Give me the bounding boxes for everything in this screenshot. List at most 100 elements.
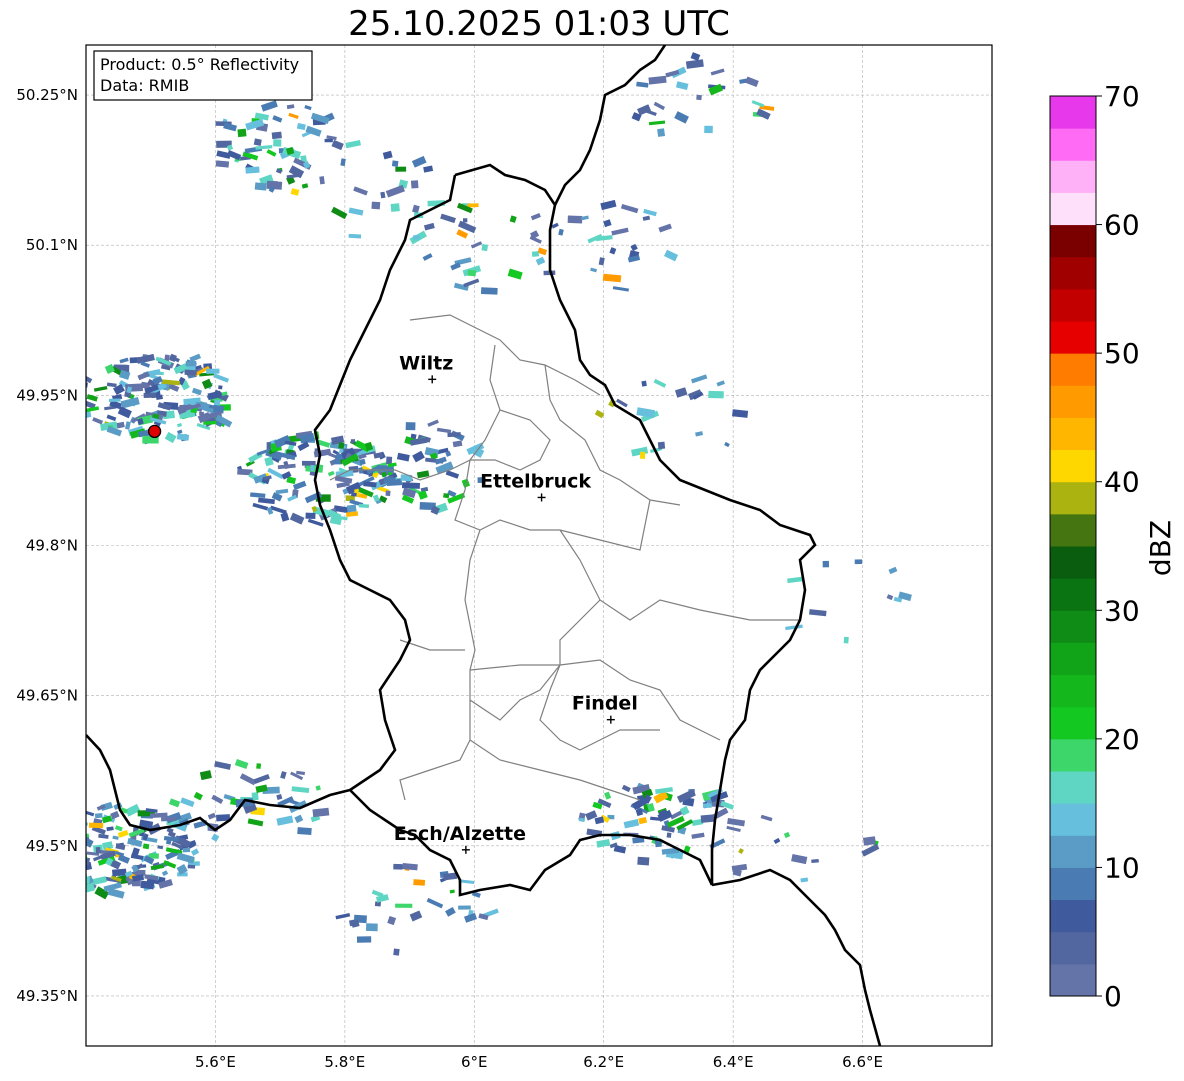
- colorbar-segment: [1050, 642, 1096, 676]
- echo-pixel: [66, 818, 73, 823]
- echo-pixel: [390, 203, 400, 212]
- colorbar-segment: [1050, 160, 1096, 193]
- echo-pixel: [88, 822, 104, 829]
- echo-pixel: [696, 94, 702, 101]
- echo-pixel: [254, 182, 267, 191]
- echo-pixel: [297, 827, 312, 835]
- echo-pixel: [639, 451, 646, 459]
- echo-pixel: [47, 828, 63, 837]
- echo-pixel: [822, 560, 830, 568]
- echo-pixel: [67, 818, 73, 826]
- echo-pixel: [215, 160, 230, 168]
- echo-pixel: [666, 832, 672, 838]
- y-tick-label: 49.65°N: [16, 687, 78, 705]
- colorbar-segment: [1050, 321, 1096, 354]
- echo-pixel: [55, 830, 60, 835]
- echo-pixel: [86, 870, 88, 880]
- echo-pixel: [271, 131, 282, 140]
- colorbar-segment: [1050, 546, 1096, 579]
- colorbar-segment: [1050, 449, 1096, 483]
- echo-pixel: [657, 128, 666, 137]
- y-tick-label: 49.35°N: [16, 987, 78, 1005]
- echo-pixel: [391, 160, 399, 167]
- colorbar: [1049, 95, 1097, 997]
- echo-pixel: [657, 441, 666, 450]
- echo-pixel: [531, 251, 540, 257]
- city-label: Ettelbruck: [480, 470, 591, 492]
- echo-pixel: [385, 490, 391, 497]
- echo-pixel: [64, 862, 82, 867]
- data-source-text: Data: RMIB: [100, 76, 189, 95]
- echo-pixel: [111, 868, 127, 877]
- colorbar-tick-label: 20: [1104, 723, 1140, 756]
- echo-pixel: [206, 368, 220, 374]
- echo-pixel: [266, 442, 272, 450]
- colorbar-segment: [1050, 481, 1096, 515]
- colorbar-segment: [1050, 803, 1096, 836]
- colorbar-tick-label: 70: [1104, 80, 1140, 113]
- echo-pixel: [273, 139, 282, 147]
- echo-pixel: [393, 948, 400, 956]
- echo-pixel: [86, 876, 90, 884]
- x-tick-label: 6.2°E: [583, 1053, 624, 1071]
- colorbar-segment: [1050, 610, 1096, 643]
- city-label: Wiltz: [399, 352, 453, 374]
- echo-pixel: [56, 865, 64, 868]
- echo-pixel: [66, 857, 74, 865]
- echo-pixel: [142, 843, 150, 850]
- echo-pixel: [413, 235, 420, 240]
- echo-pixel: [462, 218, 468, 223]
- city-label: Esch/Alzette: [394, 823, 526, 845]
- colorbar-segment: [1050, 256, 1096, 290]
- echo-pixel: [140, 880, 155, 890]
- y-tick-label: 49.8°N: [26, 537, 78, 555]
- echo-pixel: [854, 559, 863, 565]
- y-tick-label: 50.1°N: [26, 236, 78, 254]
- echo-pixel: [301, 460, 316, 466]
- colorbar-tick-label: 40: [1104, 466, 1140, 499]
- colorbar-segment: [1050, 128, 1096, 161]
- echo-pixel: [218, 385, 223, 390]
- echo-pixel: [108, 398, 121, 402]
- echo-pixel: [245, 166, 260, 174]
- echo-pixel: [467, 203, 479, 208]
- echo-pixel: [95, 847, 101, 854]
- y-axis-ticks: 50.25°N 50.1°N 49.95°N 49.8°N 49.65°N 49.5°N 4…: [16, 86, 78, 1005]
- echo-pixel: [410, 180, 419, 189]
- info-box: Product: 0.5° Reflectivity Data: RMIB: [93, 50, 313, 101]
- y-tick-label: 50.25°N: [16, 86, 78, 104]
- echo-pixel: [395, 903, 413, 908]
- echo-pixel: [708, 390, 724, 399]
- colorbar-segment: [1050, 288, 1096, 322]
- echo-pixel: [185, 360, 197, 367]
- colorbar-segment: [1050, 706, 1096, 740]
- radar-map: 5.6°E 5.8°E 6°E 6.2°E 6.4°E 6.6°E 50.25°N 50.1…: [16, 44, 1177, 1071]
- echo-pixel: [182, 847, 191, 853]
- colorbar-segment: [1050, 353, 1096, 386]
- echo-pixel: [338, 442, 345, 449]
- colorbar-tick-label: 50: [1104, 337, 1140, 370]
- city-label: Findel: [572, 693, 638, 715]
- echo-pixel: [56, 858, 69, 869]
- y-tick-label: 49.5°N: [26, 837, 78, 855]
- x-tick-label: 6°E: [461, 1053, 488, 1071]
- echo-pixel: [400, 474, 413, 482]
- echo-pixel: [82, 810, 86, 817]
- echo-pixel: [237, 128, 247, 138]
- echo-pixel: [350, 439, 356, 444]
- echo-pixel: [371, 201, 381, 210]
- echo-pixel: [187, 864, 196, 869]
- colorbar-segment: [1050, 738, 1096, 772]
- echo-pixel: [161, 816, 177, 822]
- colorbar-segment: [1050, 513, 1096, 547]
- echo-pixel: [458, 905, 471, 910]
- echo-pixel: [310, 464, 315, 472]
- colorbar-segment: [1050, 192, 1096, 226]
- colorbar-segment: [1050, 771, 1096, 804]
- echo-pixel: [393, 863, 403, 870]
- colorbar-segment: [1050, 899, 1096, 933]
- echo-pixel: [480, 287, 498, 295]
- echo-pixel: [72, 856, 85, 866]
- colorbar-segment: [1050, 96, 1096, 129]
- colorbar-segment: [1050, 963, 1096, 997]
